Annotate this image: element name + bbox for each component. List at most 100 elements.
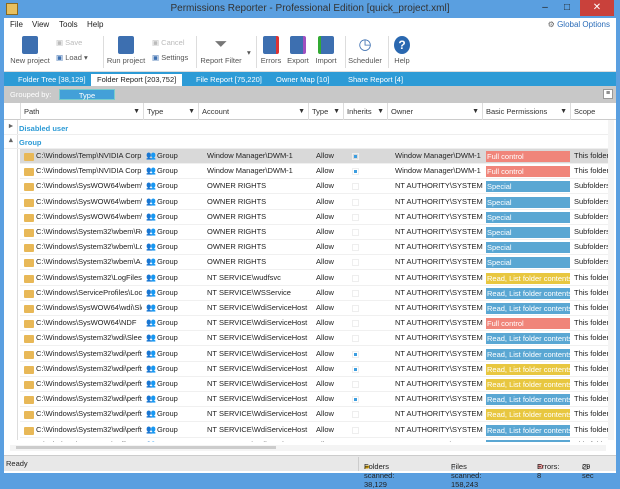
table-row[interactable]: C:\Windows\Temp\NVIDIA Corp... 👥 Group W… bbox=[20, 164, 608, 179]
group-icon: 👥 bbox=[146, 365, 155, 373]
column-chooser-icon[interactable]: ≡ bbox=[603, 89, 613, 99]
filter-icon[interactable]: ▼ bbox=[298, 103, 305, 120]
report-filter-dropdown[interactable]: ▾ bbox=[247, 48, 251, 57]
table-row[interactable]: C:\Windows\System32\wdi\perft... 👥 Group… bbox=[20, 392, 608, 407]
folder-icon bbox=[24, 351, 34, 359]
inherits-checkbox bbox=[352, 275, 359, 282]
group-row-group[interactable]: ▴Group bbox=[4, 135, 608, 149]
table-row[interactable]: C:\Windows\SysWOW64\NDF 👥 Group NT SERVI… bbox=[20, 316, 608, 331]
header-basic-permissions[interactable]: Basic Permissions▼ bbox=[482, 103, 570, 120]
new-project-button[interactable]: New project bbox=[10, 36, 50, 65]
filter-icon[interactable]: ▼ bbox=[472, 103, 479, 120]
header-type[interactable]: Type▼ bbox=[143, 103, 198, 120]
account-cell: OWNER RIGHTS bbox=[207, 212, 317, 221]
folder-icon bbox=[24, 183, 34, 191]
type-cell: Group bbox=[157, 242, 197, 251]
folder-icon bbox=[24, 381, 34, 389]
vertical-scrollbar[interactable] bbox=[608, 120, 614, 440]
global-options-label: Global Options bbox=[557, 20, 610, 29]
horizontal-scrollbar[interactable] bbox=[10, 445, 606, 451]
path-cell: C:\Windows\SysWOW64\wbem\... bbox=[36, 212, 142, 221]
table-row[interactable]: C:\Windows\ServiceProfiles\Loca... 👥 Gro… bbox=[20, 286, 608, 301]
run-project-button[interactable]: Run project bbox=[106, 36, 146, 65]
save-button[interactable]: ▣ Save bbox=[56, 38, 82, 47]
header-path[interactable]: Path▼ bbox=[20, 103, 143, 120]
close-button[interactable]: ✕ bbox=[580, 0, 614, 16]
status-separator bbox=[358, 457, 359, 471]
menu-tools[interactable]: Tools bbox=[59, 20, 78, 29]
report-filter-button[interactable]: ⏷Report Filter bbox=[199, 36, 243, 65]
table-row[interactable]: C:\Windows\SysWOW64\wdi\Sle... 👥 Group N… bbox=[20, 301, 608, 316]
filter-icon[interactable]: ▼ bbox=[333, 103, 340, 120]
menu-help[interactable]: Help bbox=[87, 20, 103, 29]
header-inherits[interactable]: Inherits▼ bbox=[343, 103, 387, 120]
maximize-button[interactable]: □ bbox=[556, 0, 578, 16]
tab-owner-map[interactable]: Owner Map [10] bbox=[270, 74, 335, 86]
path-cell: C:\Windows\System32\wdi\perft... bbox=[36, 425, 142, 434]
header-access-type[interactable]: Type▼ bbox=[308, 103, 343, 120]
type-cell: Group bbox=[157, 333, 197, 342]
group-icon: 👥 bbox=[146, 228, 155, 236]
account-cell: NT SERVICE\WdiServiceHost bbox=[207, 349, 317, 358]
header-label: Account bbox=[202, 107, 229, 116]
basic-permissions-cell: Full control bbox=[486, 318, 570, 329]
table-row[interactable]: C:\Windows\System32\wdi\LogF... 👥 Group … bbox=[20, 438, 608, 442]
collapsed-icon[interactable]: ▸ bbox=[9, 121, 13, 130]
expanded-icon[interactable]: ▴ bbox=[9, 135, 13, 144]
tab-share-report[interactable]: Share Report [4] bbox=[342, 74, 409, 86]
header-owner[interactable]: Owner▼ bbox=[387, 103, 482, 120]
inherits-checkbox bbox=[352, 427, 359, 434]
tab-file-report[interactable]: File Report [75,220] bbox=[190, 74, 268, 86]
scope-cell: This folder bbox=[574, 394, 608, 403]
table-row[interactable]: C:\Windows\System32\wdi\Slee... 👥 Group … bbox=[20, 331, 608, 346]
table-row[interactable]: C:\Windows\System32\wbem\A... 👥 Group OW… bbox=[20, 255, 608, 270]
type-cell: Group bbox=[157, 227, 197, 236]
group-row-disabled-user[interactable]: ▸Disabled user bbox=[4, 121, 608, 135]
header-account[interactable]: Account ▼ bbox=[198, 103, 308, 120]
load-button[interactable]: ▣ Load ▾ bbox=[56, 53, 88, 62]
path-cell: C:\Windows\System32\wbem\A... bbox=[36, 257, 142, 266]
menu-file[interactable]: File bbox=[10, 20, 23, 29]
toolbar-separator bbox=[256, 36, 257, 68]
minimize-button[interactable]: – bbox=[534, 0, 556, 16]
settings-button[interactable]: ▣ Settings bbox=[152, 53, 188, 62]
table-row[interactable]: C:\Windows\System32\wdi\perft... 👥 Group… bbox=[20, 347, 608, 362]
filter-icon[interactable]: ▼ bbox=[133, 103, 140, 120]
menu-view[interactable]: View bbox=[32, 20, 49, 29]
table-row[interactable]: C:\Windows\SysWOW64\wbem\... 👥 Group OWN… bbox=[20, 210, 608, 225]
errors-button[interactable]: Errors bbox=[259, 36, 283, 65]
scrollbar-thumb[interactable] bbox=[16, 446, 276, 449]
account-cell: NT SERVICE\WdiServiceHost bbox=[207, 333, 317, 342]
tab-folder-tree[interactable]: Folder Tree [38,129] bbox=[12, 74, 92, 86]
filter-icon[interactable]: ▼ bbox=[560, 103, 567, 120]
scope-cell: This folder bbox=[574, 166, 608, 175]
grouping-bar: Grouped by: Type ≡ bbox=[4, 86, 616, 103]
table-row[interactable]: C:\Windows\System32\wdi\perft... 👥 Group… bbox=[20, 407, 608, 422]
help-button[interactable]: ?Help bbox=[392, 36, 412, 65]
table-row[interactable]: C:\Windows\System32\wbem\Re... 👥 Group O… bbox=[20, 225, 608, 240]
import-button[interactable]: Import bbox=[313, 36, 339, 65]
table-row[interactable]: C:\Windows\SysWOW64\wbem\... 👥 Group OWN… bbox=[20, 195, 608, 210]
scheduler-button[interactable]: ◷Scheduler bbox=[347, 36, 383, 65]
export-button[interactable]: Export bbox=[286, 36, 310, 65]
table-row[interactable]: C:\Windows\System32\wdi\perft... 👥 Group… bbox=[20, 423, 608, 438]
table-row[interactable]: C:\Windows\Temp\NVIDIA Corp... 👥 Group W… bbox=[20, 149, 608, 164]
path-cell: C:\Windows\System32\wdi\perft... bbox=[36, 394, 142, 403]
filter-icon[interactable]: ▼ bbox=[188, 103, 195, 120]
header-scope[interactable]: Scope bbox=[570, 103, 608, 120]
group-icon: 👥 bbox=[146, 334, 155, 342]
basic-permissions-cell: Read, List folder contents... bbox=[486, 364, 570, 375]
table-row[interactable]: C:\Windows\System32\wdi\perft... 👥 Group… bbox=[20, 362, 608, 377]
group-chip-type[interactable]: Type bbox=[59, 89, 115, 100]
cancel-button[interactable]: ▣ Cancel bbox=[152, 38, 185, 47]
table-row[interactable]: C:\Windows\System32\LogFiles\... 👥 Group… bbox=[20, 271, 608, 286]
access-cell: Allow bbox=[316, 394, 346, 403]
tab-folder-report[interactable]: Folder Report [203,752] bbox=[91, 74, 182, 86]
table-row[interactable]: C:\Windows\System32\wbem\Lo... 👥 Group O… bbox=[20, 240, 608, 255]
errors-icon bbox=[263, 36, 279, 54]
global-options-link[interactable]: ⚙ Global Options bbox=[548, 20, 610, 29]
table-row[interactable]: C:\Windows\System32\wdi\perft... 👥 Group… bbox=[20, 377, 608, 392]
owner-cell: NT AUTHORITY\SYSTEM bbox=[395, 409, 485, 418]
filter-icon[interactable]: ▼ bbox=[377, 103, 384, 120]
table-row[interactable]: C:\Windows\SysWOW64\wbem\... 👥 Group OWN… bbox=[20, 179, 608, 194]
